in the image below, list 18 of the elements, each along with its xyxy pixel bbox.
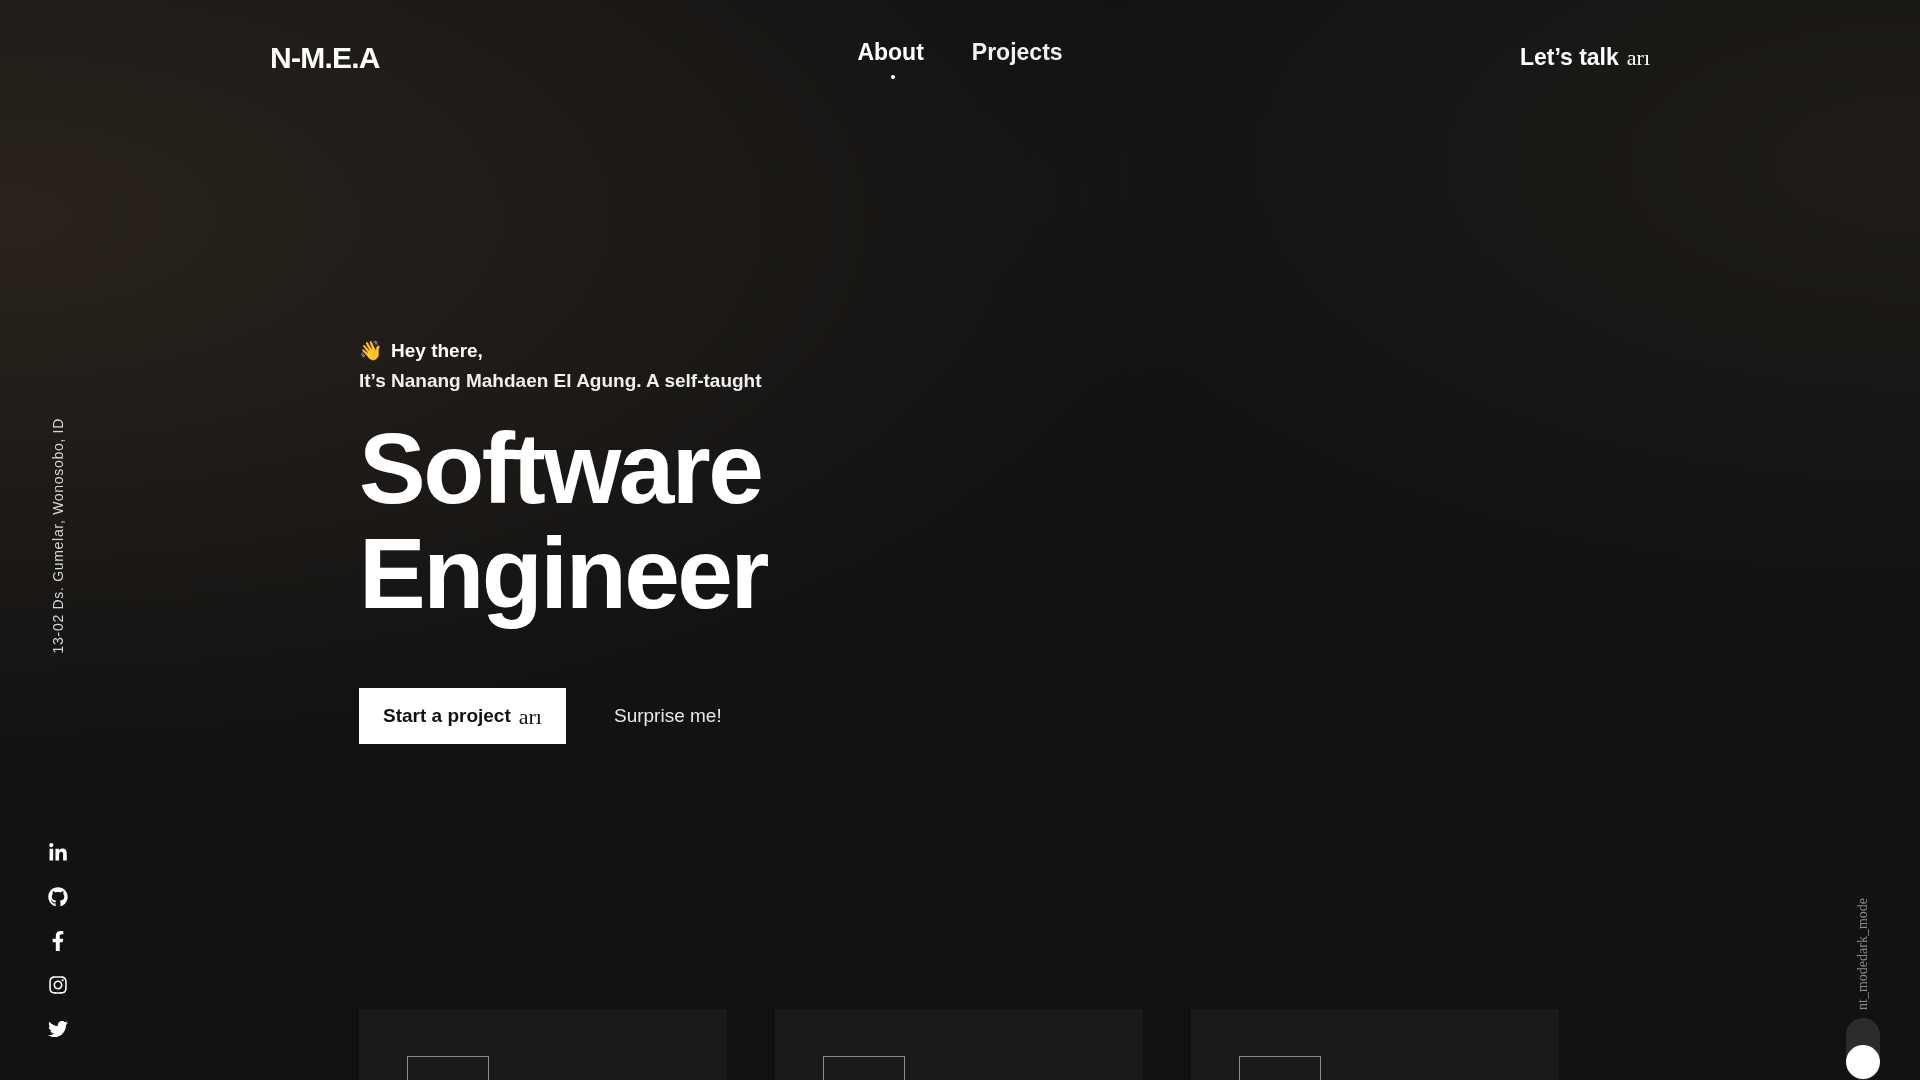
instagram-icon[interactable] — [48, 975, 68, 995]
lets-talk-link[interactable]: Let’s talk arı — [1519, 39, 1650, 75]
logo[interactable]: N-M.E.A — [270, 34, 570, 80]
nav-link[interactable]: Projects — [971, 34, 1063, 80]
start-project-button[interactable]: Start a project arı — [359, 688, 566, 744]
surprise-me-button[interactable]: Surprise me! — [613, 701, 722, 731]
intro-text: It’s Nanang Mahdaen El Agung. A self-taught — [359, 369, 763, 393]
nav-link[interactable]: About — [857, 34, 924, 80]
linkedin-icon[interactable] — [48, 843, 68, 863]
github-icon[interactable] — [48, 887, 68, 907]
address-text: 13-02 Ds. Gumelar, Wonosobo, ID — [49, 418, 67, 654]
theme-toggle[interactable] — [1846, 1018, 1880, 1080]
mode-label: dark_mode — [1856, 898, 1870, 961]
greeting-label: Hey there, — [391, 339, 483, 363]
hero-heading: Software — [359, 416, 763, 521]
waving-hand-icon: 👋 — [359, 336, 383, 366]
mode-label: nt_mode — [1856, 961, 1870, 1010]
twitter-icon[interactable] — [48, 1019, 68, 1039]
